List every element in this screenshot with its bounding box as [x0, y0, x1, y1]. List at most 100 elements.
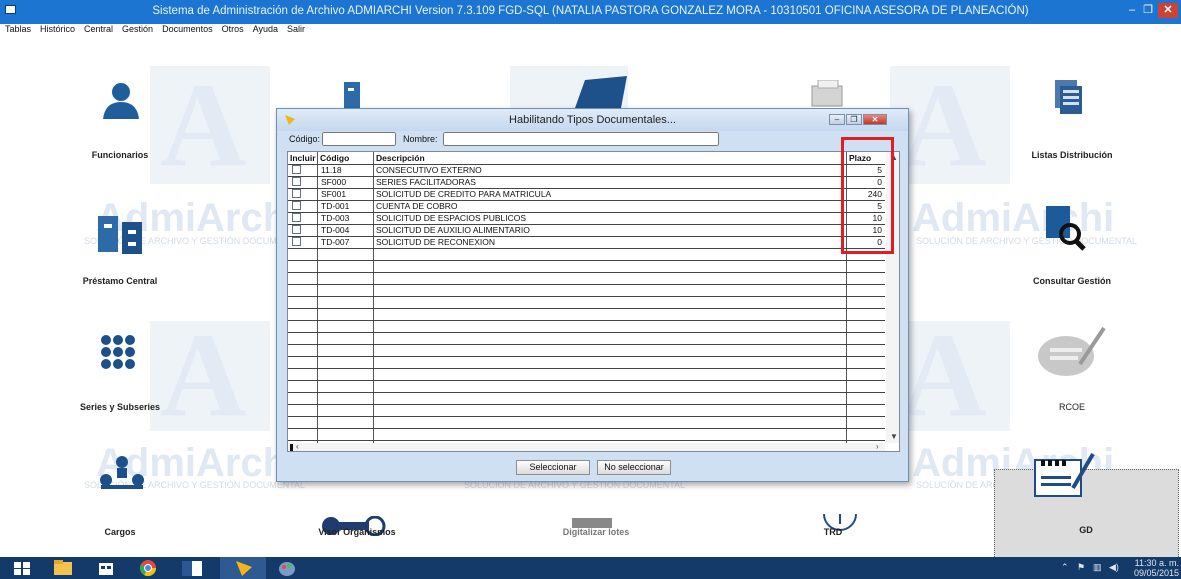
table-row[interactable]: TD-001 CUENTA DE COBRO 5: [288, 200, 885, 212]
no-seleccionar-button[interactable]: No seleccionar: [597, 460, 671, 475]
digitalizar-lotes-label[interactable]: Digitalizar lotes: [563, 527, 630, 537]
scroll-thumb[interactable]: [290, 444, 293, 451]
flag-icon[interactable]: ⚑: [1077, 562, 1085, 573]
scroll-right-icon[interactable]: ›: [876, 442, 879, 451]
incluir-checkbox[interactable]: [292, 201, 301, 210]
seleccionar-button[interactable]: Seleccionar: [516, 460, 590, 475]
table-row[interactable]: TD-003 SOLICITUD DE ESPACIOS PUBLICOS 10: [288, 212, 885, 224]
row-divider: [288, 416, 885, 417]
incluir-checkbox[interactable]: [292, 213, 301, 222]
table-row[interactable]: SF000 SERIES FACILITADORAS 0: [288, 176, 885, 188]
clock-time[interactable]: 11:30 a. m.: [1129, 558, 1179, 568]
cargos-label[interactable]: Cargos: [104, 527, 135, 537]
consultar-gestion-label[interactable]: Consultar Gestión: [1033, 276, 1111, 286]
incluir-checkbox[interactable]: [292, 237, 301, 246]
table-row[interactable]: TD-007 SOLICITUD DE RECONEXION 0: [288, 236, 885, 248]
row-divider: [288, 308, 885, 309]
table-row[interactable]: SF001 SOLICITUD DE CREDITO PARA MATRICULA…: [288, 188, 885, 200]
row-divider: [288, 284, 885, 285]
chrome-icon[interactable]: [138, 559, 158, 577]
menu-ayuda[interactable]: Ayuda: [248, 24, 282, 36]
row-divider: [288, 428, 885, 429]
menu-tablas[interactable]: Tablas: [0, 24, 35, 36]
incluir-checkbox[interactable]: [292, 165, 301, 174]
rcoe-label[interactable]: RCOE: [1059, 402, 1085, 412]
listas-distribucion-label[interactable]: Listas Distribución: [1031, 150, 1112, 160]
dialog-title: Habilitando Tipos Documentales...: [509, 114, 676, 126]
row-divider: [288, 260, 885, 261]
horizontal-scrollbar[interactable]: ‹ ›: [288, 442, 885, 451]
row-divider: [288, 344, 885, 345]
descripcion-cell: CUENTA DE COBRO: [376, 201, 458, 211]
minimize-button[interactable]: –: [1125, 3, 1139, 18]
watermark-letter: A: [160, 58, 247, 191]
incluir-checkbox[interactable]: [292, 225, 301, 234]
incluir-checkbox[interactable]: [292, 177, 301, 186]
column-descripcion[interactable]: Descripción: [376, 153, 425, 163]
codigo-input[interactable]: [322, 132, 396, 146]
row-divider: [288, 380, 885, 381]
cabinet-icon[interactable]: [344, 82, 360, 110]
visor-organismos-label[interactable]: Visor Organismos: [318, 527, 395, 537]
dialog-minimize-button[interactable]: –: [829, 114, 845, 125]
paint-icon[interactable]: [277, 559, 297, 577]
word-icon[interactable]: [180, 559, 204, 577]
descripcion-cell: SOLICITUD DE ESPACIOS PUBLICOS: [376, 213, 527, 223]
start-windows-icon[interactable]: [12, 559, 32, 577]
series-grid-icon[interactable]: [100, 334, 140, 370]
watermark-letter: A: [900, 308, 987, 441]
store-icon[interactable]: [96, 559, 116, 577]
user-icon[interactable]: [101, 82, 141, 120]
network-icon[interactable]: ▥: [1093, 562, 1102, 573]
codigo-cell: TD-007: [321, 237, 350, 247]
clock-date[interactable]: 09/05/2015: [1129, 568, 1179, 578]
rcoe-icon[interactable]: [1036, 326, 1108, 378]
volume-icon[interactable]: ◀): [1109, 562, 1119, 573]
tray-chevron-icon[interactable]: ⌃: [1061, 562, 1069, 573]
menu-gestion[interactable]: Gestión: [117, 24, 157, 36]
folder-icon[interactable]: [565, 76, 629, 108]
descripcion-cell: SOLICITUD DE AUXILIO ALIMENTARIO: [376, 225, 530, 235]
menu-salir[interactable]: Salir: [282, 24, 309, 36]
incluir-checkbox[interactable]: [292, 189, 301, 198]
row-divider: [288, 392, 885, 393]
row-divider: [288, 272, 885, 273]
watermark-letter: A: [900, 58, 987, 191]
codigo-cell: SF000: [321, 177, 347, 187]
gd-document-icon[interactable]: [1033, 450, 1103, 500]
menu-otros[interactable]: Otros: [217, 24, 248, 36]
scanner-icon[interactable]: [808, 80, 848, 108]
trd-label[interactable]: TRD: [824, 527, 843, 537]
prestamo-central-label[interactable]: Préstamo Central: [83, 276, 158, 286]
funcionarios-label[interactable]: Funcionarios: [92, 150, 149, 160]
series-subseries-label[interactable]: Series y Subseries: [80, 402, 160, 412]
admiarchi-icon[interactable]: [234, 559, 254, 577]
menu-central[interactable]: Central: [79, 24, 117, 36]
search-document-icon[interactable]: [1046, 206, 1088, 252]
org-chart-icon[interactable]: [99, 456, 145, 490]
codigo-cell: TD-004: [321, 225, 350, 235]
menu-historico[interactable]: Histórico: [35, 24, 79, 36]
file-explorer-icon[interactable]: [52, 559, 74, 577]
nombre-input[interactable]: [443, 132, 719, 146]
column-incluir[interactable]: Incluir: [290, 153, 316, 163]
restore-button[interactable]: ❐: [1141, 3, 1155, 18]
column-codigo[interactable]: Código: [320, 153, 349, 163]
table-row[interactable]: 11.18 CONSECUTIVO EXTERNO 5: [288, 164, 885, 176]
menu-bar: Tablas Histórico Central Gestión Documen…: [0, 24, 309, 36]
taskbar: ⌃ ⚑ ▥ ◀) 11:30 a. m. 09/05/2015: [0, 557, 1181, 579]
document-types-table: Incluir Código Descripción Plazo 11.18 CO…: [287, 151, 900, 452]
row-divider: [288, 440, 885, 441]
menu-documentos[interactable]: Documentos: [157, 24, 217, 36]
dialog-title-bar[interactable]: Habilitando Tipos Documentales... – ❐ ✕: [277, 109, 908, 131]
scroll-left-icon[interactable]: ‹: [296, 442, 299, 451]
distribution-list-icon[interactable]: [1055, 80, 1085, 116]
dialog-close-button[interactable]: ✕: [863, 114, 887, 125]
table-row[interactable]: TD-004 SOLICITUD DE AUXILIO ALIMENTARIO 10: [288, 224, 885, 236]
loan-cabinet-icon[interactable]: [98, 212, 146, 256]
codigo-cell: TD-003: [321, 213, 350, 223]
gd-label[interactable]: GD: [1079, 525, 1093, 535]
dialog-maximize-button[interactable]: ❐: [846, 114, 862, 125]
watermark-letter: A: [160, 308, 247, 441]
close-button[interactable]: ✕: [1158, 3, 1178, 18]
